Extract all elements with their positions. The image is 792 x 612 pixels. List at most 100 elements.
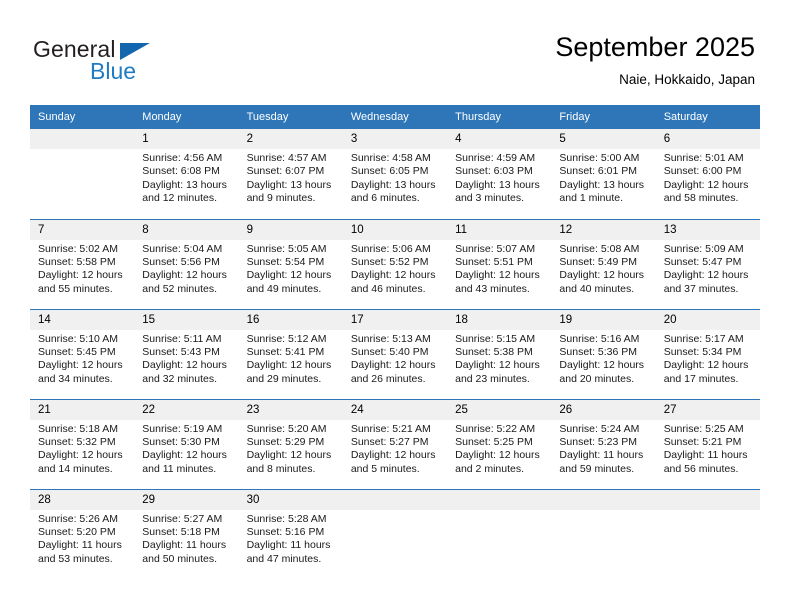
sunset-time: Sunset: 5:18 PM — [142, 525, 220, 538]
day-number: 22 — [134, 399, 239, 420]
calendar-day-cell[interactable]: 2 Sunrise: 4:57 AM Sunset: 6:07 PM Daylight… — [238, 129, 343, 219]
day-cell-inner: 16 Sunrise: 5:12 AM Sunset: 5:41 PM Dayligh… — [238, 309, 343, 399]
calendar-day-cell[interactable]: 30 Sunrise: 5:28 AM Sunset: 5:16 PM Dayligh… — [238, 488, 343, 579]
calendar-day-cell[interactable]: 4 Sunrise: 4:59 AM Sunset: 6:03 PM Daylight… — [447, 129, 552, 219]
daylight-duration-line2: and 29 minutes. — [246, 372, 322, 385]
calendar-day-cell[interactable]: 9 Sunrise: 5:05 AM Sunset: 5:54 PM Daylight… — [238, 218, 343, 309]
calendar-day-cell[interactable]: 24 Sunrise: 5:21 AM Sunset: 5:27 PM Dayligh… — [342, 398, 448, 489]
day-details: Sunrise: 5:19 AM Sunset: 5:30 PM Daylight:… — [134, 420, 238, 477]
calendar-day-cell[interactable]: 14 Sunrise: 5:10 AM Sunset: 5:45 PM Dayligh… — [30, 308, 135, 399]
day-details: Sunrise: 5:10 AM Sunset: 5:45 PM Daylight:… — [30, 330, 134, 387]
day-details: Sunrise: 5:27 AM Sunset: 5:18 PM Daylight:… — [134, 510, 238, 567]
calendar-day-cell[interactable]: 16 Sunrise: 5:12 AM Sunset: 5:41 PM Dayligh… — [238, 308, 343, 399]
daylight-duration-line1: Daylight: 11 hours — [246, 539, 331, 552]
calendar-day-cell[interactable]: 19 Sunrise: 5:16 AM Sunset: 5:36 PM Dayligh… — [551, 308, 656, 399]
day-cell-inner — [447, 489, 552, 580]
calendar-day-cell[interactable]: 25 Sunrise: 5:22 AM Sunset: 5:25 PM Dayligh… — [447, 398, 552, 489]
day-cell-inner: 10 Sunrise: 5:06 AM Sunset: 5:52 PM Dayligh… — [342, 219, 448, 309]
calendar-day-cell[interactable]: 5 Sunrise: 5:00 AM Sunset: 6:01 PM Daylight… — [551, 129, 656, 219]
sunset-time: Sunset: 5:16 PM — [246, 525, 325, 538]
calendar-day-cell[interactable]: 22 Sunrise: 5:19 AM Sunset: 5:30 PM Dayligh… — [134, 398, 239, 489]
sunset-time: Sunset: 6:05 PM — [350, 165, 429, 178]
day-details: Sunrise: 5:11 AM Sunset: 5:43 PM Daylight:… — [134, 330, 238, 387]
day-details: Sunrise: 5:24 AM Sunset: 5:23 PM Daylight:… — [551, 420, 655, 477]
day-cell-inner: 27 Sunrise: 5:25 AM Sunset: 5:21 PM Dayligh… — [655, 399, 760, 489]
calendar-day-cell[interactable]: 26 Sunrise: 5:24 AM Sunset: 5:23 PM Dayligh… — [551, 398, 656, 489]
daylight-duration-line2: and 49 minutes. — [246, 282, 322, 295]
sunset-time: Sunset: 5:23 PM — [559, 435, 638, 448]
sunrise-time: Sunrise: 5:27 AM — [142, 512, 223, 525]
sunset-time: Sunset: 5:54 PM — [246, 255, 325, 268]
calendar-day-cell[interactable]: 7 Sunrise: 5:02 AM Sunset: 5:58 PM Daylight… — [30, 218, 135, 309]
day-cell-inner: 2 Sunrise: 4:57 AM Sunset: 6:07 PM Daylight… — [238, 129, 343, 219]
daylight-duration-line2: and 5 minutes. — [350, 462, 420, 475]
sunrise-time: Sunrise: 4:59 AM — [455, 152, 536, 164]
daylight-duration-line2: and 37 minutes. — [663, 282, 739, 295]
calendar-day-cell[interactable]: 18 Sunrise: 5:15 AM Sunset: 5:38 PM Dayligh… — [447, 308, 552, 399]
day-cell-inner: 24 Sunrise: 5:21 AM Sunset: 5:27 PM Dayligh… — [342, 399, 448, 489]
day-cell-inner: 21 Sunrise: 5:18 AM Sunset: 5:32 PM Dayligh… — [30, 399, 135, 489]
day-cell-inner: 18 Sunrise: 5:15 AM Sunset: 5:38 PM Dayligh… — [447, 309, 552, 399]
calendar-day-cell[interactable]: 13 Sunrise: 5:09 AM Sunset: 5:47 PM Dayligh… — [655, 218, 760, 309]
calendar-day-cell[interactable]: 10 Sunrise: 5:06 AM Sunset: 5:52 PM Dayligh… — [342, 218, 448, 309]
sunset-time: Sunset: 5:36 PM — [559, 345, 638, 358]
calendar-day-cell[interactable]: 11 Sunrise: 5:07 AM Sunset: 5:51 PM Dayligh… — [447, 218, 552, 309]
calendar-day-cell[interactable]: 23 Sunrise: 5:20 AM Sunset: 5:29 PM Dayligh… — [238, 398, 343, 489]
day-cell-inner: 26 Sunrise: 5:24 AM Sunset: 5:23 PM Dayligh… — [551, 399, 656, 489]
calendar-day-cell[interactable]: 29 Sunrise: 5:27 AM Sunset: 5:18 PM Dayligh… — [134, 488, 239, 579]
calendar-day-cell[interactable]: 8 Sunrise: 5:04 AM Sunset: 5:56 PM Daylight… — [134, 218, 239, 309]
day-details: Sunrise: 5:05 AM Sunset: 5:54 PM Daylight:… — [239, 240, 343, 297]
calendar-day-cell[interactable]: 17 Sunrise: 5:13 AM Sunset: 5:40 PM Dayligh… — [342, 308, 448, 399]
sunrise-time: Sunrise: 5:08 AM — [559, 242, 640, 255]
daylight-duration-line1: Daylight: 11 hours — [663, 449, 748, 462]
sunrise-time: Sunrise: 5:09 AM — [663, 242, 744, 255]
daylight-duration-line2: and 26 minutes. — [350, 372, 426, 385]
calendar-day-cell[interactable]: 15 Sunrise: 5:11 AM Sunset: 5:43 PM Dayligh… — [134, 308, 239, 399]
daylight-duration-line1: Daylight: 12 hours — [38, 359, 123, 372]
day-details: Sunrise: 4:58 AM Sunset: 6:05 PM Daylight:… — [343, 149, 447, 206]
calendar-day-cell[interactable]: 1 Sunrise: 4:56 AM Sunset: 6:08 PM Daylight… — [134, 129, 239, 219]
day-number: 15 — [134, 309, 239, 330]
day-number: 16 — [238, 309, 343, 330]
brand-logo[interactable]: General Blue — [33, 36, 253, 88]
daylight-duration-line1: Daylight: 12 hours — [246, 269, 332, 282]
sunrise-time: Sunrise: 5:17 AM — [663, 332, 744, 345]
day-number: 4 — [447, 129, 552, 149]
sunrise-time: Sunrise: 5:12 AM — [246, 332, 327, 345]
daylight-duration-line2: and 55 minutes. — [38, 282, 113, 295]
daylight-duration-line1: Daylight: 12 hours — [559, 269, 645, 282]
day-number: 18 — [447, 309, 552, 330]
sunrise-time: Sunrise: 5:16 AM — [559, 332, 640, 345]
calendar-week-row: 28 Sunrise: 5:26 AM Sunset: 5:20 PM Dayligh… — [30, 488, 760, 580]
day-details: Sunrise: 5:04 AM Sunset: 5:56 PM Daylight:… — [134, 240, 238, 297]
calendar-day-cell[interactable]: 21 Sunrise: 5:18 AM Sunset: 5:32 PM Dayligh… — [30, 398, 135, 489]
weekday-header-monday: Monday — [134, 105, 239, 129]
daylight-duration-line2: and 52 minutes. — [142, 282, 217, 295]
daylight-duration-line2: and 9 minutes. — [246, 192, 316, 205]
sunset-time: Sunset: 5:51 PM — [455, 255, 533, 268]
day-cell-inner — [551, 489, 656, 580]
calendar-day-cell[interactable]: 20 Sunrise: 5:17 AM Sunset: 5:34 PM Dayligh… — [655, 308, 760, 399]
sunrise-time: Sunrise: 4:58 AM — [350, 152, 431, 164]
day-details: Sunrise: 5:08 AM Sunset: 5:49 PM Daylight:… — [551, 240, 655, 297]
weekday-header-wednesday: Wednesday — [342, 105, 448, 129]
page-header: General Blue September 2025 Naie, Hokkai… — [0, 0, 792, 100]
calendar-day-cell[interactable]: 3 Sunrise: 4:58 AM Sunset: 6:05 PM Daylight… — [342, 129, 448, 219]
sunrise-time: Sunrise: 5:18 AM — [38, 422, 118, 435]
day-details: Sunrise: 5:06 AM Sunset: 5:52 PM Daylight:… — [343, 240, 447, 297]
day-number — [342, 489, 448, 510]
day-cell-inner: 4 Sunrise: 4:59 AM Sunset: 6:03 PM Daylight… — [447, 129, 552, 219]
calendar-day-cell[interactable]: 28 Sunrise: 5:26 AM Sunset: 5:20 PM Dayligh… — [30, 488, 135, 579]
day-details: Sunrise: 5:22 AM Sunset: 5:25 PM Daylight:… — [447, 420, 551, 477]
day-details: Sunrise: 5:16 AM Sunset: 5:36 PM Daylight:… — [551, 330, 655, 387]
sunrise-time: Sunrise: 5:28 AM — [246, 512, 327, 525]
calendar-day-cell[interactable]: 27 Sunrise: 5:25 AM Sunset: 5:21 PM Dayligh… — [655, 398, 760, 489]
calendar-day-cell-empty — [551, 488, 656, 580]
calendar-day-cell[interactable]: 12 Sunrise: 5:08 AM Sunset: 5:49 PM Dayligh… — [551, 218, 656, 309]
day-cell-inner: 12 Sunrise: 5:08 AM Sunset: 5:49 PM Dayligh… — [551, 219, 656, 309]
page-title: September 2025 — [555, 32, 755, 62]
sunset-time: Sunset: 5:21 PM — [663, 435, 742, 448]
sunrise-time: Sunrise: 5:05 AM — [246, 242, 327, 255]
day-details: Sunrise: 5:28 AM Sunset: 5:16 PM Daylight:… — [239, 510, 343, 567]
calendar-day-cell[interactable]: 6 Sunrise: 5:01 AM Sunset: 6:00 PM Daylight… — [655, 129, 760, 219]
